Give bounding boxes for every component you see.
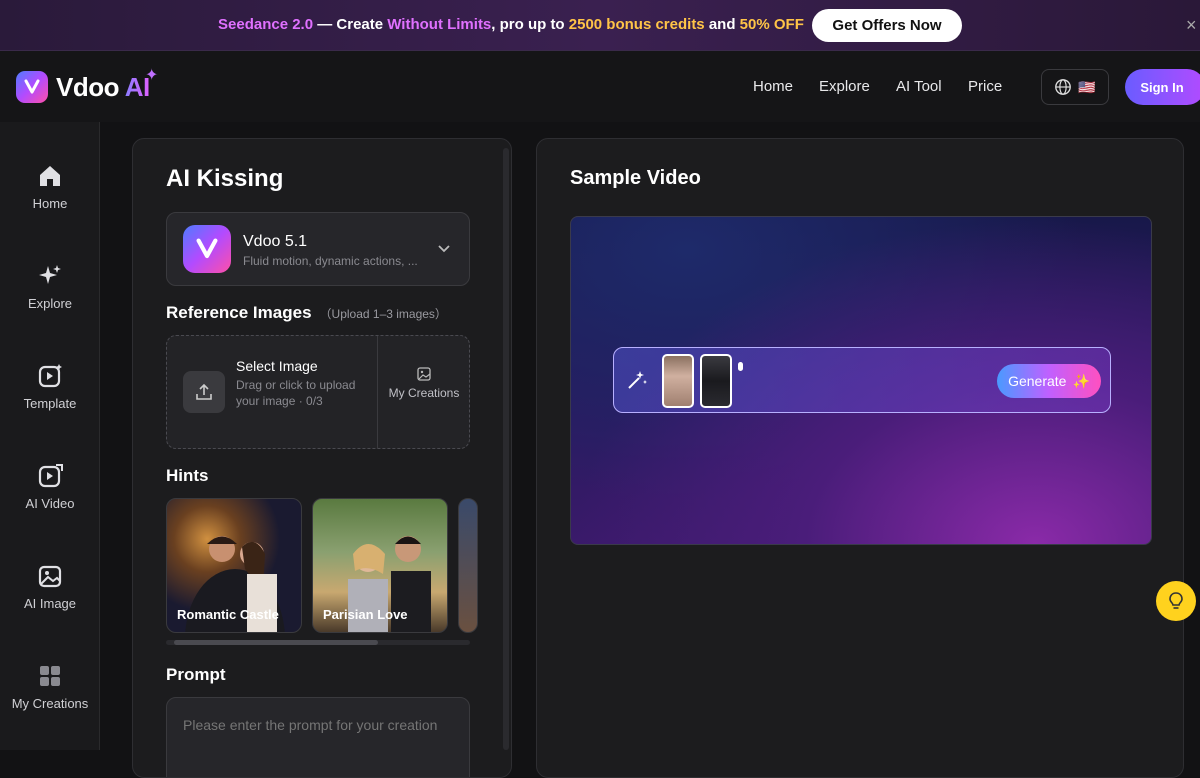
sidebar-item-label: My Creations bbox=[11, 696, 89, 711]
sparkle-icon: ✨ bbox=[1072, 372, 1090, 389]
hints-scrollbar[interactable] bbox=[166, 640, 470, 645]
sidebar-item-ai-video[interactable]: AI Video bbox=[0, 462, 100, 532]
language-selector[interactable]: 🇺🇸 bbox=[1041, 69, 1109, 105]
nav-ai-tool[interactable]: AI Tool bbox=[896, 78, 942, 95]
ai-video-icon bbox=[38, 464, 63, 488]
prompt-title: Prompt bbox=[166, 665, 226, 684]
lightbulb-icon[interactable] bbox=[1156, 581, 1196, 621]
prompt-input[interactable] bbox=[166, 697, 470, 777]
grid-icon bbox=[40, 666, 60, 686]
reference-thumb-woman bbox=[662, 354, 694, 408]
home-icon bbox=[40, 166, 60, 186]
sidebar-item-ai-image[interactable]: AI Image bbox=[0, 562, 100, 632]
promo-highlight: Without Limits bbox=[387, 16, 492, 33]
reference-images-label: Reference Images bbox=[166, 303, 312, 322]
logo-text: Vdoo AI bbox=[56, 72, 150, 103]
get-offers-button[interactable]: Get Offers Now bbox=[812, 9, 962, 42]
model-selector[interactable]: Vdoo 5.1 Fluid motion, dynamic actions, … bbox=[166, 212, 470, 286]
text-cursor bbox=[738, 362, 743, 371]
hint-label: Romantic Castle bbox=[177, 607, 279, 622]
model-description: Fluid motion, dynamic actions, ... bbox=[243, 254, 418, 268]
sample-video[interactable]: Generate ✨ bbox=[570, 216, 1152, 545]
sidebar-item-my-creations[interactable]: My Creations bbox=[0, 662, 100, 732]
model-logo-icon bbox=[183, 225, 231, 273]
sample-video-title: Sample Video bbox=[570, 167, 701, 189]
promo-text: Seedance 2.0 — Create Without Limits, pr… bbox=[218, 16, 804, 33]
promo-credits: 2500 bonus credits bbox=[568, 16, 705, 33]
reference-images-hint: （Upload 1–3 images） bbox=[319, 307, 447, 321]
hint-card-partial[interactable] bbox=[458, 498, 478, 633]
close-icon[interactable]: × bbox=[1186, 16, 1197, 34]
image-icon bbox=[417, 367, 431, 381]
my-creations-label: My Creations bbox=[388, 386, 460, 400]
chevron-down-icon bbox=[438, 245, 450, 253]
select-image-label: Select Image bbox=[236, 358, 318, 374]
sparkle-icon bbox=[39, 265, 61, 284]
magic-wand-icon bbox=[628, 371, 647, 389]
panel-scrollbar[interactable] bbox=[503, 148, 509, 750]
page-title: AI Kissing bbox=[166, 165, 284, 192]
reference-thumb-man bbox=[700, 354, 732, 408]
sidebar-item-template[interactable]: Template bbox=[0, 362, 100, 432]
top-header: Vdoo AI ✦ Home Explore AI Tool Price 🇺🇸 … bbox=[0, 51, 1200, 122]
nav-home[interactable]: Home bbox=[753, 78, 793, 95]
logo-main: Vdoo bbox=[56, 71, 125, 102]
sample-video-panel: Sample Video Generate ✨ bbox=[536, 138, 1184, 778]
hint-card-parisian-love[interactable]: Parisian Love bbox=[312, 498, 448, 633]
promo-dash: — Create bbox=[313, 16, 388, 33]
sidebar-item-label: AI Image bbox=[23, 596, 77, 611]
generate-label: Generate bbox=[1008, 373, 1067, 389]
my-creations-button[interactable]: My Creations bbox=[379, 366, 469, 401]
globe-icon bbox=[1055, 79, 1072, 95]
divider bbox=[377, 336, 378, 448]
scrollbar-thumb[interactable] bbox=[174, 640, 378, 645]
flag-icon: 🇺🇸 bbox=[1078, 78, 1096, 95]
sidebar-item-home[interactable]: Home bbox=[0, 162, 100, 232]
promo-and: and bbox=[704, 16, 740, 33]
sidebar-item-explore[interactable]: Explore bbox=[0, 262, 100, 332]
hint-label: Parisian Love bbox=[323, 607, 408, 622]
image-upload-area[interactable]: Select Image Drag or click to upload you… bbox=[166, 335, 470, 449]
ai-image-icon bbox=[38, 565, 62, 588]
generate-button[interactable]: Generate ✨ bbox=[997, 364, 1101, 398]
demo-generate-bar: Generate ✨ bbox=[613, 347, 1111, 413]
model-name: Vdoo 5.1 bbox=[243, 233, 308, 250]
hints-title: Hints bbox=[166, 466, 209, 485]
promo-off: 50% OFF bbox=[739, 16, 804, 33]
sidebar-item-label: AI Video bbox=[25, 496, 75, 511]
sparkle-icon: ✦ bbox=[145, 67, 159, 84]
template-icon bbox=[38, 364, 62, 388]
reference-images-title: Reference Images （Upload 1–3 images） bbox=[166, 303, 447, 323]
sidebar: Home Explore Template AI Video AI Image … bbox=[0, 122, 100, 750]
upload-description: Drag or click to upload your image · 0/3 bbox=[236, 378, 356, 408]
nav-price[interactable]: Price bbox=[968, 78, 1002, 95]
logo-icon bbox=[16, 71, 48, 103]
sidebar-item-label: Home bbox=[32, 196, 68, 211]
generation-panel: AI Kissing Vdoo 5.1 Fluid motion, dynami… bbox=[132, 138, 512, 778]
sidebar-item-label: Template bbox=[23, 396, 77, 411]
sign-in-button[interactable]: Sign In bbox=[1125, 69, 1200, 105]
promo-banner: Seedance 2.0 — Create Without Limits, pr… bbox=[0, 0, 1200, 51]
logo[interactable]: Vdoo AI ✦ bbox=[16, 67, 158, 103]
nav-explore[interactable]: Explore bbox=[819, 78, 870, 95]
promo-brand: Seedance 2.0 bbox=[218, 16, 314, 33]
upload-icon bbox=[183, 371, 225, 413]
hint-card-romantic-castle[interactable]: Romantic Castle bbox=[166, 498, 302, 633]
sidebar-item-label: Explore bbox=[27, 296, 73, 311]
promo-mid: , pro up to bbox=[491, 16, 569, 33]
